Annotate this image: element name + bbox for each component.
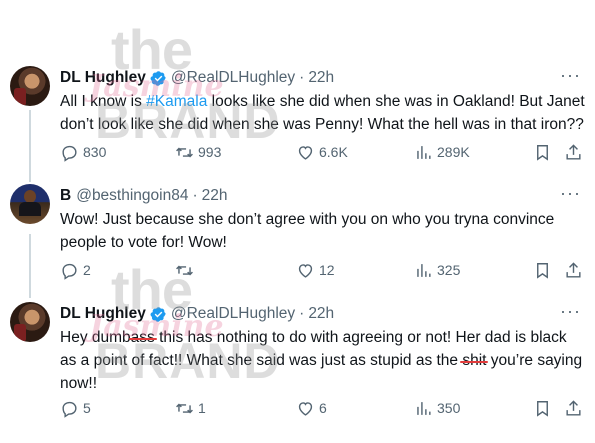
display-name[interactable]: DL Hughley — [60, 305, 146, 323]
censor-strike: ass — [130, 329, 155, 346]
bookmark-icon — [537, 400, 548, 417]
tweet-header: DL Hughley @RealDLHughley · 22h — [60, 304, 334, 324]
reply-icon — [62, 145, 77, 162]
reply-button[interactable]: 830 — [60, 142, 106, 162]
more-dots-icon[interactable]: ··· — [560, 302, 581, 320]
reply-icon — [62, 263, 77, 280]
retweet-icon — [176, 403, 193, 413]
share-icon — [566, 399, 581, 416]
views-button[interactable]: 325 — [414, 260, 460, 280]
avatar-column — [10, 302, 50, 342]
hashtag-link[interactable]: #Kamala — [146, 93, 207, 110]
heart-icon — [298, 263, 313, 278]
like-count: 12 — [319, 262, 335, 278]
tweet[interactable]: DL Hughley @RealDLHughley · 22h ··· All … — [0, 66, 595, 176]
reply-icon — [62, 401, 77, 418]
heart-icon — [298, 145, 313, 160]
share-icon — [566, 261, 581, 278]
share-button[interactable] — [564, 260, 587, 280]
reply-count: 830 — [83, 144, 107, 160]
tweet-header: B @besthingoin84 · 22h — [60, 186, 228, 206]
like-button[interactable]: 6.6K — [296, 142, 348, 162]
share-button[interactable] — [564, 398, 587, 418]
retweet-count: 993 — [198, 144, 222, 160]
reply-button[interactable]: 2 — [60, 260, 91, 280]
separator-dot: · — [192, 187, 198, 204]
more-dots-icon[interactable]: ··· — [560, 184, 581, 202]
reply-button[interactable]: 5 — [60, 398, 91, 418]
heart-icon — [298, 401, 313, 416]
share-icon — [566, 143, 581, 160]
views-icon — [417, 145, 431, 159]
like-button[interactable]: 12 — [296, 260, 335, 280]
bookmark-button[interactable] — [533, 398, 556, 418]
tweet-text: Wow! Just because she don’t agree with y… — [60, 211, 555, 251]
verified-badge-icon — [150, 306, 166, 322]
avatar[interactable] — [10, 302, 50, 342]
tweet-actions: 5 1 6 350 — [60, 398, 585, 418]
separator-dot: · — [299, 305, 305, 322]
bookmark-button[interactable] — [533, 260, 556, 280]
reply-count: 5 — [83, 400, 91, 416]
tweet[interactable]: DL Hughley @RealDLHughley · 22h ··· Hey … — [0, 302, 595, 422]
retweet-button[interactable]: 993 — [175, 142, 221, 162]
tweet-text: All I know is #Kamala looks like she did… — [60, 90, 585, 136]
censor-strike: shit — [462, 352, 487, 369]
user-handle[interactable]: @besthingoin84 — [76, 187, 188, 205]
views-icon — [417, 263, 431, 277]
tweet-actions: 2 12 325 — [60, 260, 585, 280]
tweet-text: Hey dumbass this has nothing to do with … — [60, 326, 585, 395]
retweet-icon — [176, 147, 193, 157]
share-button[interactable] — [564, 142, 587, 162]
view-count: 289K — [437, 144, 470, 160]
like-count: 6 — [319, 400, 327, 416]
avatar[interactable] — [10, 66, 50, 106]
user-handle[interactable]: @RealDLHughley — [171, 305, 295, 323]
retweet-button[interactable]: 1 — [175, 398, 206, 418]
separator-dot: · — [299, 69, 305, 86]
tweet[interactable]: B @besthingoin84 · 22h ··· Wow! Just bec… — [0, 184, 595, 284]
tweet-header: DL Hughley @RealDLHughley · 22h — [60, 68, 334, 88]
bookmark-icon — [537, 262, 548, 279]
views-button[interactable]: 289K — [414, 142, 470, 162]
verified-badge-icon — [150, 70, 166, 86]
view-count: 350 — [437, 400, 461, 416]
retweet-count: 1 — [198, 400, 206, 416]
display-name[interactable]: DL Hughley — [60, 69, 146, 87]
avatar[interactable] — [10, 184, 50, 224]
timestamp[interactable]: 22h — [308, 305, 334, 323]
bookmark-button[interactable] — [533, 142, 556, 162]
retweet-button[interactable] — [175, 260, 198, 280]
like-count: 6.6K — [319, 144, 348, 160]
tweet-actions: 830 993 6.6K 289K — [60, 142, 585, 162]
reply-count: 2 — [83, 262, 91, 278]
retweet-icon — [176, 265, 193, 275]
tweet-text-part: Hey dumb — [60, 329, 131, 346]
tweet-text-part: All I know is — [60, 93, 147, 110]
timestamp[interactable]: 22h — [308, 69, 334, 87]
avatar-column — [10, 184, 50, 224]
user-handle[interactable]: @RealDLHughley — [171, 69, 295, 87]
display-name[interactable]: B — [60, 187, 71, 205]
timestamp[interactable]: 22h — [202, 187, 228, 205]
more-dots-icon[interactable]: ··· — [560, 66, 581, 84]
bookmark-icon — [537, 144, 548, 161]
avatar-column — [10, 66, 50, 106]
views-button[interactable]: 350 — [414, 398, 460, 418]
like-button[interactable]: 6 — [296, 398, 327, 418]
views-icon — [417, 401, 431, 415]
view-count: 325 — [437, 262, 461, 278]
